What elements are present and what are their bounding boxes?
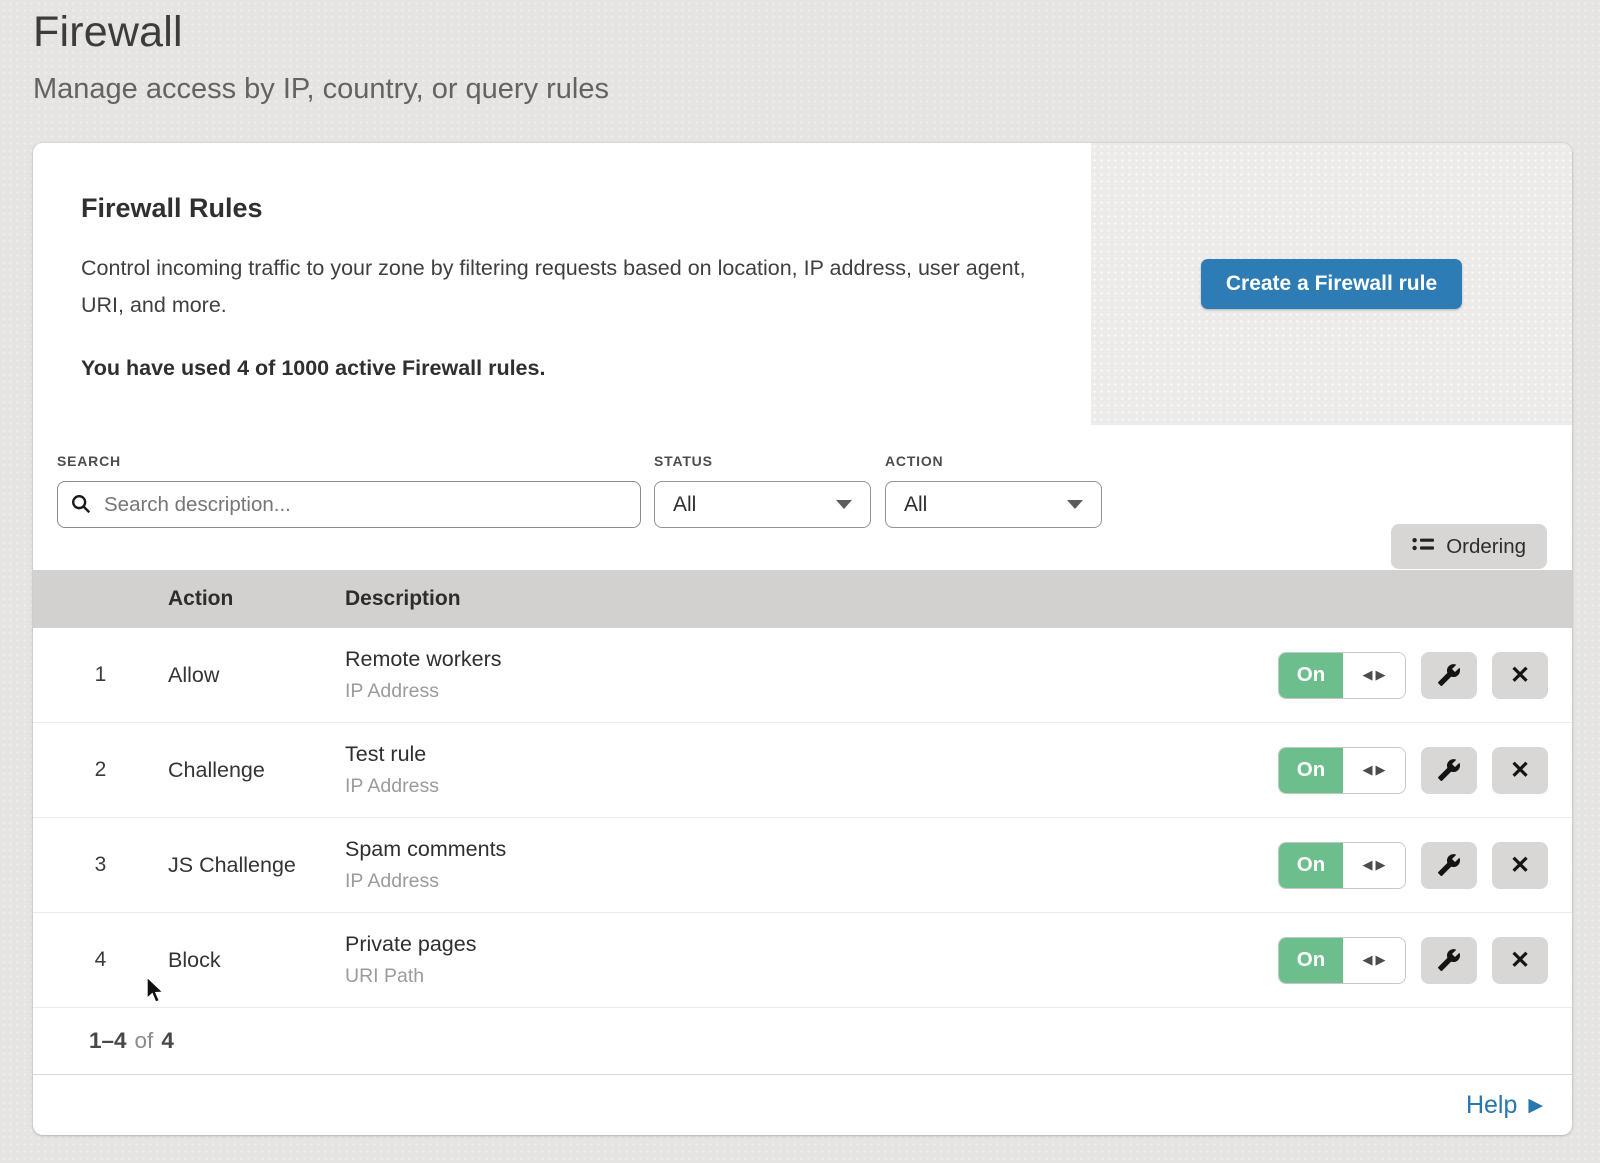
rule-description: Private pages URI Path — [345, 932, 1242, 988]
rule-description-title: Private pages — [345, 932, 1242, 957]
rule-priority: 2 — [33, 758, 168, 782]
table-header: Action Description — [33, 570, 1572, 628]
help-arrow-icon: ▶ — [1528, 1094, 1543, 1117]
toggle-on-label: On — [1279, 843, 1343, 888]
edit-rule-button[interactable] — [1421, 937, 1477, 984]
status-filter: STATUS All — [654, 453, 871, 528]
ordering-wrap: Ordering — [1391, 497, 1547, 570]
toggle-on-label: On — [1279, 653, 1343, 698]
edit-rule-button[interactable] — [1421, 652, 1477, 699]
toggle-arrows-icon: ◀▶ — [1343, 653, 1405, 698]
rule-description: Test rule IP Address — [345, 742, 1242, 798]
chevron-down-icon — [836, 500, 852, 509]
rule-match-field: URI Path — [345, 965, 1242, 988]
action-selected-value: All — [904, 493, 927, 517]
filters-bar: SEARCH STATUS All ACTION All — [33, 425, 1572, 570]
rule-priority: 3 — [33, 853, 168, 877]
search-icon — [70, 493, 92, 515]
overview-text: Firewall Rules Control incoming traffic … — [33, 143, 1091, 425]
overview-heading: Firewall Rules — [81, 193, 1031, 224]
rule-description: Spam comments IP Address — [345, 837, 1242, 893]
pagination-range: 1–4 — [89, 1028, 127, 1054]
wrench-icon — [1437, 758, 1461, 782]
status-label: STATUS — [654, 453, 871, 469]
delete-rule-button[interactable]: ✕ — [1492, 747, 1548, 794]
action-column-header: Action — [168, 587, 345, 611]
page-title: Firewall — [33, 8, 1600, 57]
create-rule-panel: Create a Firewall rule — [1091, 143, 1572, 425]
toggle-arrows-icon: ◀▶ — [1343, 843, 1405, 888]
rule-enable-toggle[interactable]: On ◀▶ — [1278, 842, 1406, 889]
usage-summary: You have used 4 of 1000 active Firewall … — [81, 356, 1031, 381]
help-link[interactable]: Help ▶ — [1466, 1091, 1543, 1120]
ordering-button[interactable]: Ordering — [1391, 524, 1547, 569]
action-filter: ACTION All — [885, 453, 1102, 528]
overview-description: Control incoming traffic to your zone by… — [81, 250, 1031, 324]
rule-controls: On ◀▶ ✕ — [1242, 747, 1572, 794]
rule-action: JS Challenge — [168, 853, 345, 878]
pagination-total: 4 — [161, 1028, 174, 1054]
rule-enable-toggle[interactable]: On ◀▶ — [1278, 937, 1406, 984]
search-input[interactable] — [57, 481, 641, 528]
delete-rule-button[interactable]: ✕ — [1492, 937, 1548, 984]
rule-action: Block — [168, 948, 345, 973]
rule-controls: On ◀▶ ✕ — [1242, 652, 1572, 699]
card-footer: Help ▶ — [33, 1075, 1572, 1135]
table-row: 4 Block Private pages URI Path On ◀▶ ✕ — [33, 913, 1572, 1008]
pagination: 1–4 of 4 — [33, 1008, 1572, 1075]
page-subtitle: Manage access by IP, country, or query r… — [33, 73, 1600, 106]
rule-description: Remote workers IP Address — [345, 647, 1242, 703]
rule-description-title: Remote workers — [345, 647, 1242, 672]
rule-priority: 4 — [33, 948, 168, 972]
action-label: ACTION — [885, 453, 1102, 469]
ordered-list-icon — [1412, 537, 1434, 557]
table-row: 2 Challenge Test rule IP Address On ◀▶ ✕ — [33, 723, 1572, 818]
overview-section: Firewall Rules Control incoming traffic … — [33, 143, 1572, 425]
pagination-of: of — [135, 1028, 154, 1054]
rule-description-title: Test rule — [345, 742, 1242, 767]
rule-priority: 1 — [33, 663, 168, 687]
close-icon: ✕ — [1510, 851, 1530, 880]
close-icon: ✕ — [1510, 946, 1530, 975]
edit-rule-button[interactable] — [1421, 747, 1477, 794]
table-row: 3 JS Challenge Spam comments IP Address … — [33, 818, 1572, 913]
rule-description-title: Spam comments — [345, 837, 1242, 862]
status-selected-value: All — [673, 493, 696, 517]
help-label: Help — [1466, 1091, 1517, 1120]
rule-action: Allow — [168, 663, 345, 688]
wrench-icon — [1437, 948, 1461, 972]
rule-enable-toggle[interactable]: On ◀▶ — [1278, 747, 1406, 794]
toggle-arrows-icon: ◀▶ — [1343, 938, 1405, 983]
search-filter: SEARCH — [57, 453, 641, 528]
chevron-down-icon — [1067, 500, 1083, 509]
wrench-icon — [1437, 853, 1461, 877]
rule-match-field: IP Address — [345, 775, 1242, 798]
page-header: Firewall Manage access by IP, country, o… — [0, 0, 1600, 106]
table-row: 1 Allow Remote workers IP Address On ◀▶ … — [33, 628, 1572, 723]
close-icon: ✕ — [1510, 756, 1530, 785]
description-column-header: Description — [345, 587, 1242, 611]
edit-rule-button[interactable] — [1421, 842, 1477, 889]
rule-match-field: IP Address — [345, 680, 1242, 703]
rule-match-field: IP Address — [345, 870, 1242, 893]
action-select[interactable]: All — [885, 481, 1102, 528]
delete-rule-button[interactable]: ✕ — [1492, 652, 1548, 699]
close-icon: ✕ — [1510, 661, 1530, 690]
wrench-icon — [1437, 663, 1461, 687]
status-select[interactable]: All — [654, 481, 871, 528]
toggle-on-label: On — [1279, 938, 1343, 983]
rule-controls: On ◀▶ ✕ — [1242, 842, 1572, 889]
toggle-on-label: On — [1279, 748, 1343, 793]
rule-enable-toggle[interactable]: On ◀▶ — [1278, 652, 1406, 699]
ordering-label: Ordering — [1446, 535, 1526, 559]
firewall-rules-card: Firewall Rules Control incoming traffic … — [33, 143, 1572, 1135]
rule-action: Challenge — [168, 758, 345, 783]
toggle-arrows-icon: ◀▶ — [1343, 748, 1405, 793]
rule-controls: On ◀▶ ✕ — [1242, 937, 1572, 984]
create-firewall-rule-button[interactable]: Create a Firewall rule — [1201, 259, 1462, 309]
search-label: SEARCH — [57, 453, 641, 469]
delete-rule-button[interactable]: ✕ — [1492, 842, 1548, 889]
